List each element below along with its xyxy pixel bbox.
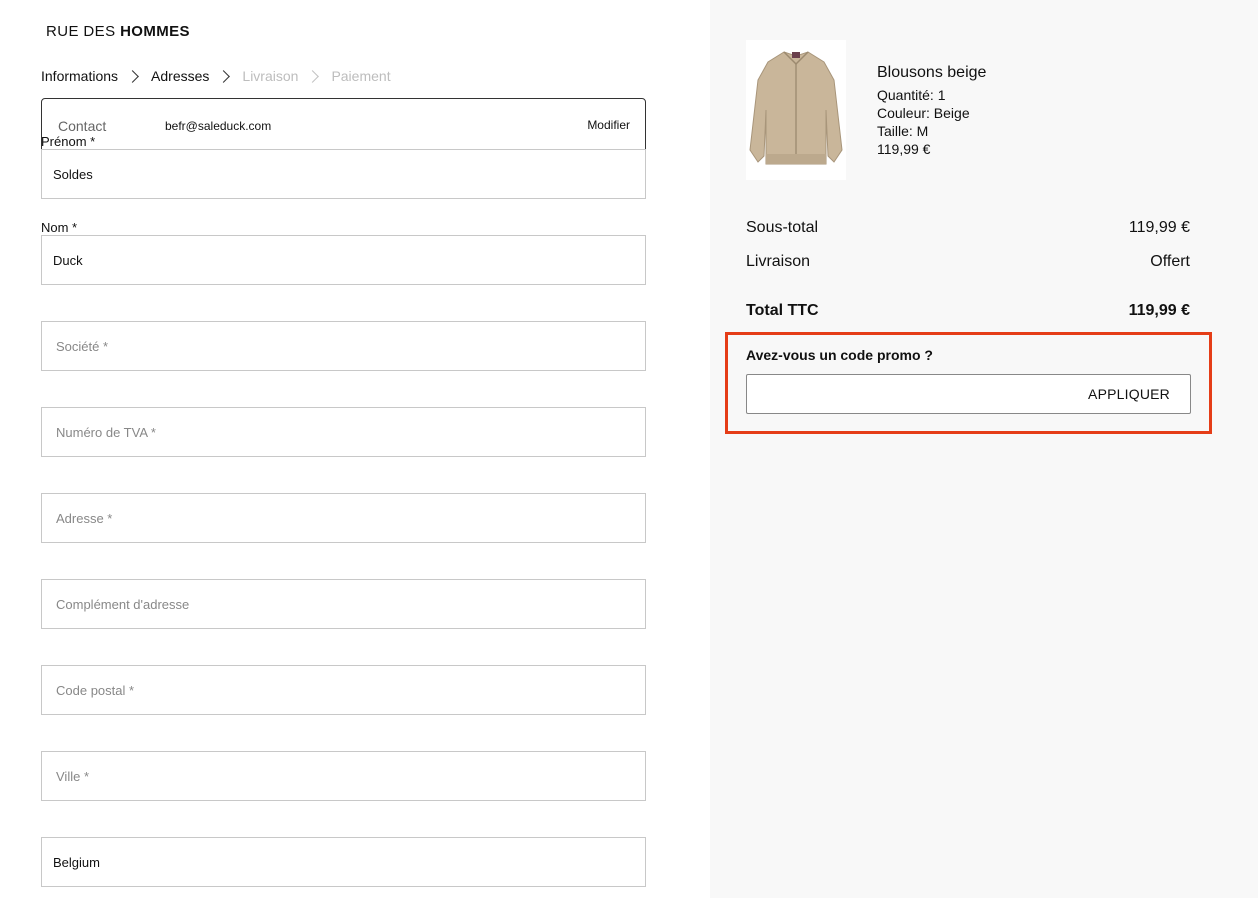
tva-field-wrap	[41, 407, 646, 457]
societe-field-wrap	[41, 321, 646, 371]
total-label: Total TTC	[746, 302, 819, 319]
total-row: Total TTC 119,99 €	[746, 302, 1190, 320]
prenom-label: Prénom *	[41, 134, 96, 149]
nom-label: Nom *	[41, 220, 78, 235]
breadcrumb-adresses[interactable]: Adresses	[151, 68, 209, 84]
complement-adresse-input[interactable]	[42, 580, 645, 628]
jacket-image	[746, 40, 846, 180]
subtotal-row: Sous-total 119,99 €	[746, 219, 1190, 237]
ville-input[interactable]	[42, 752, 645, 800]
product-quantity: Quantité: 1	[877, 87, 946, 103]
logo-text-bold: HOMMES	[120, 23, 190, 40]
product-info: Blousons beige Quantité: 1 Couleur: Beig…	[877, 64, 986, 158]
code-postal-input[interactable]	[42, 666, 645, 714]
code-postal-field-wrap	[41, 665, 646, 715]
chevron-right-icon	[217, 69, 231, 83]
product-color: Couleur: Beige	[877, 105, 970, 121]
total-value: 119,99 €	[1128, 302, 1190, 319]
prenom-input[interactable]	[42, 150, 645, 198]
contact-summary-box: Contact befr@saleduck.com Modifier	[41, 98, 646, 150]
complement-field-wrap	[41, 579, 646, 629]
product-price: 119,99 €	[877, 141, 931, 157]
breadcrumb: Informations Adresses Livraison Paiement	[41, 68, 391, 84]
promo-code-section: Avez-vous un code promo ? APPLIQUER	[725, 332, 1212, 434]
breadcrumb-livraison: Livraison	[242, 68, 299, 84]
shipping-label: Livraison	[746, 253, 811, 270]
societe-input[interactable]	[42, 322, 645, 370]
chevron-right-icon	[306, 69, 320, 83]
adresse-field-wrap	[41, 493, 646, 543]
pays-field-wrap	[41, 837, 646, 887]
subtotal-label: Sous-total	[746, 219, 819, 236]
promo-input-wrap: APPLIQUER	[746, 374, 1191, 414]
checkout-form-panel: RUE DES HOMMES Informations Adresses Liv…	[0, 0, 710, 898]
nom-input[interactable]	[42, 236, 645, 284]
breadcrumb-informations[interactable]: Informations	[41, 68, 118, 84]
product-name: Blousons beige	[877, 64, 987, 81]
prenom-field-wrap	[41, 149, 646, 199]
modify-contact-link[interactable]: Modifier	[587, 118, 630, 132]
shipping-row: Livraison Offert	[746, 253, 1190, 271]
tva-input[interactable]	[42, 408, 645, 456]
shipping-value: Offert	[1150, 253, 1190, 270]
subtotal-value: 119,99 €	[1128, 219, 1190, 236]
chevron-right-icon	[126, 69, 139, 83]
adresse-input[interactable]	[42, 494, 645, 542]
promo-title: Avez-vous un code promo ?	[746, 347, 933, 363]
nom-field-wrap	[41, 235, 646, 285]
ville-field-wrap	[41, 751, 646, 801]
apply-promo-button[interactable]: APPLIQUER	[1088, 386, 1170, 402]
breadcrumb-paiement: Paiement	[331, 68, 391, 84]
brand-logo[interactable]: RUE DES HOMMES	[46, 23, 190, 40]
contact-label: Contact	[58, 118, 107, 134]
product-image	[746, 40, 846, 180]
contact-email: befr@saleduck.com	[165, 119, 272, 133]
pays-select[interactable]	[42, 838, 645, 886]
promo-code-input[interactable]	[747, 375, 1087, 413]
logo-text-light: RUE DES	[46, 23, 121, 40]
product-size: Taille: M	[877, 123, 929, 139]
